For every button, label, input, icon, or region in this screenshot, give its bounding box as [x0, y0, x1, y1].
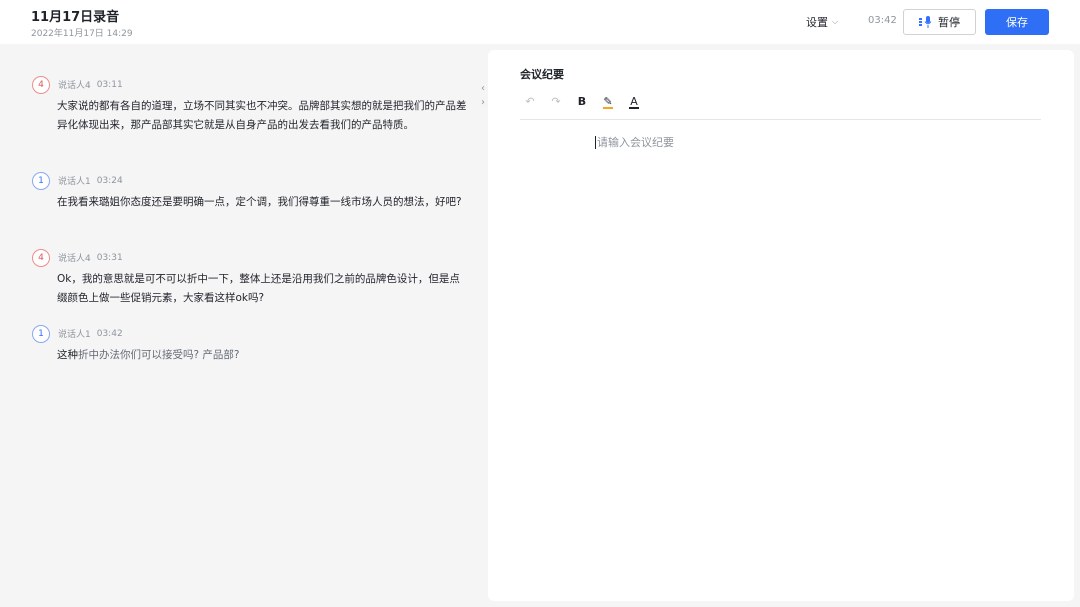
- notes-placeholder: 请输入会议纪要: [597, 136, 674, 149]
- panel-toggle[interactable]: ‹ ›: [478, 76, 488, 116]
- text-caret: [595, 135, 596, 149]
- speaker-name[interactable]: 说话人1: [58, 327, 91, 340]
- entry-text[interactable]: 这种折中办法你们可以接受吗? 产品部?: [57, 346, 467, 365]
- chevron-left-icon: ‹: [481, 83, 485, 94]
- chevron-down-icon: ⌵: [832, 17, 839, 26]
- toolbar-divider: [520, 119, 1041, 120]
- recording-timer: 03:42: [868, 15, 897, 26]
- entry-timestamp[interactable]: 03:24: [97, 176, 123, 186]
- top-header: 11月17日录音 2022年11月17日 14:29 设置 ⌵ 03:42 暂停…: [0, 0, 1080, 44]
- speaker-name[interactable]: 说话人4: [58, 251, 91, 264]
- speaker-name[interactable]: 说话人4: [58, 78, 91, 91]
- entry-text[interactable]: 在我看来璐姐你态度还是要明确一点，定个调，我们得尊重一线市场人员的想法，好吧?: [57, 193, 467, 212]
- transcript-panel: 4 说话人4 03:11 大家说的都有各自的道理，立场不同其实也不冲突。品牌部其…: [0, 44, 478, 607]
- highlight-icon[interactable]: ✎: [600, 93, 616, 109]
- entry-text[interactable]: Ok，我的意思就是可不可以折中一下，整体上还是沿用我们之前的品牌色设计，但是点缀…: [57, 270, 467, 308]
- entry-timestamp[interactable]: 03:11: [97, 80, 123, 90]
- recording-datetime: 2022年11月17日 14:29: [31, 29, 133, 39]
- chevron-right-icon: ›: [481, 97, 485, 108]
- transcript-entry: 1 说话人1 03:42 这种折中办法你们可以接受吗? 产品部?: [32, 324, 472, 365]
- speaker-avatar[interactable]: 1: [32, 324, 50, 343]
- notes-title: 会议纪要: [520, 68, 564, 81]
- save-button[interactable]: 保存: [985, 9, 1049, 35]
- microphone-icon: [919, 16, 932, 28]
- entry-timestamp[interactable]: 03:42: [97, 329, 123, 339]
- font-color-icon[interactable]: A: [626, 93, 642, 109]
- notes-editor[interactable]: 请输入会议纪要: [595, 134, 674, 150]
- pause-label: 暂停: [938, 16, 960, 29]
- settings-label: 设置: [806, 16, 828, 29]
- speaker-avatar[interactable]: 1: [32, 171, 50, 190]
- transcript-entry: 4 说话人4 03:11 大家说的都有各自的道理，立场不同其实也不冲突。品牌部其…: [32, 75, 472, 135]
- pause-button[interactable]: 暂停: [903, 9, 976, 35]
- transcript-entry: 1 说话人1 03:24 在我看来璐姐你态度还是要明确一点，定个调，我们得尊重一…: [32, 171, 472, 212]
- entry-timestamp[interactable]: 03:31: [97, 253, 123, 263]
- speaker-avatar[interactable]: 4: [32, 75, 50, 94]
- settings-dropdown[interactable]: 设置 ⌵: [806, 14, 838, 30]
- entry-text[interactable]: 大家说的都有各自的道理，立场不同其实也不冲突。品牌部其实想的就是把我们的产品差异…: [57, 97, 467, 135]
- editor-toolbar: ↶ ↷ B ✎ A: [522, 93, 642, 109]
- undo-icon[interactable]: ↶: [522, 93, 538, 109]
- meeting-notes-panel: 会议纪要 ↶ ↷ B ✎ A 请输入会议纪要: [488, 50, 1074, 601]
- redo-icon[interactable]: ↷: [548, 93, 564, 109]
- transcript-entry: 4 说话人4 03:31 Ok，我的意思就是可不可以折中一下，整体上还是沿用我们…: [32, 248, 472, 308]
- speaker-name[interactable]: 说话人1: [58, 174, 91, 187]
- bold-icon[interactable]: B: [574, 93, 590, 109]
- speaker-avatar[interactable]: 4: [32, 248, 50, 267]
- page-title: 11月17日录音: [31, 10, 120, 25]
